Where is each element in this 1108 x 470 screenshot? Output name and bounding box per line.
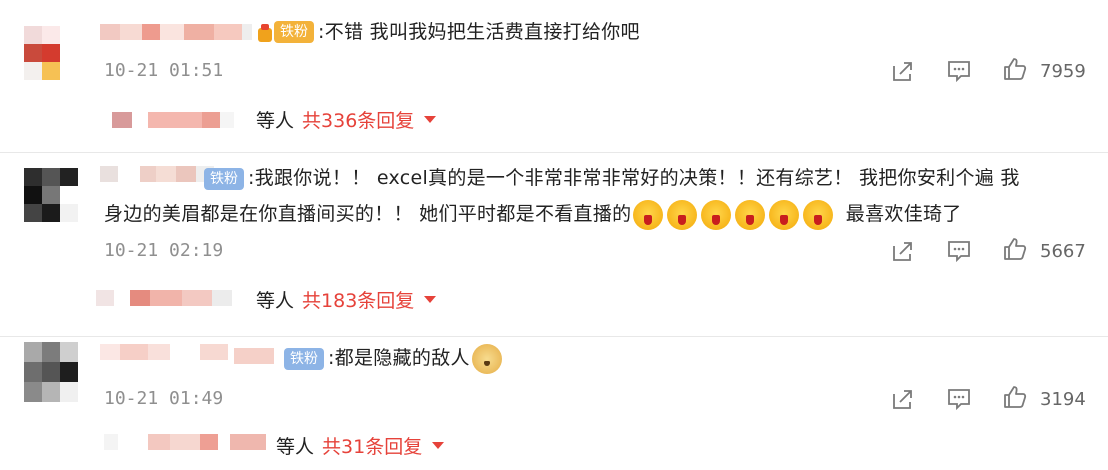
thumbs-up-icon[interactable] bbox=[1002, 384, 1028, 410]
comment-item: 铁粉 :都是隐藏的敌人 10-21 01:49 3194 等人 共31条回复 bbox=[0, 336, 1108, 470]
replies-prefix: 等人 bbox=[256, 290, 295, 312]
crying-face-emoji-icon bbox=[769, 199, 800, 230]
timestamp: 10-21 01:51 bbox=[104, 60, 224, 81]
replies-prefix: 等人 bbox=[276, 436, 315, 458]
comment-item: 铁粉 :不错 我叫我妈把生活费直接打给你吧 10-21 01:51 7959 等… bbox=[0, 0, 1108, 152]
share-icon[interactable] bbox=[890, 238, 916, 264]
crying-face-emoji-icon bbox=[735, 199, 766, 230]
avatar[interactable] bbox=[24, 168, 78, 222]
comment-text: :都是隐藏的敌人 bbox=[328, 340, 504, 376]
timestamp: 10-21 02:19 bbox=[104, 240, 224, 261]
comment-text-line2: 身边的美眉都是在你直播间买的！！ 她们平时都是不看直播的 最喜欢佳琦了 bbox=[104, 196, 962, 232]
replies-count[interactable]: 共336条回复 bbox=[302, 106, 414, 133]
replier-names[interactable] bbox=[96, 290, 232, 306]
chevron-down-icon[interactable] bbox=[424, 116, 437, 123]
username[interactable] bbox=[100, 344, 228, 360]
thumbs-up-icon[interactable] bbox=[1002, 236, 1028, 262]
share-icon[interactable] bbox=[890, 386, 916, 412]
username[interactable] bbox=[100, 166, 214, 182]
comment-item: 铁粉 :我跟你说！！ excel真的是一个非常非常非常好的决策！！还有综艺！ 我… bbox=[0, 152, 1108, 336]
comment-text: :不错 我叫我妈把生活费直接打给你吧 bbox=[318, 21, 640, 43]
username-extra bbox=[234, 348, 274, 364]
comment-text-body: 身边的美眉都是在你直播间买的！！ 她们平时都是不看直播的 bbox=[104, 203, 632, 225]
like-count: 5667 bbox=[1040, 241, 1086, 262]
comment-text-tail: 最喜欢佳琦了 bbox=[845, 203, 962, 225]
username[interactable] bbox=[100, 24, 252, 40]
crown-icon bbox=[258, 24, 272, 42]
replies-count[interactable]: 共183条回复 bbox=[302, 286, 414, 313]
like-count: 7959 bbox=[1040, 61, 1086, 82]
comment-text: :我跟你说！！ excel真的是一个非常非常非常好的决策！！还有综艺！ 我把你安… bbox=[248, 167, 1020, 189]
replier-names[interactable] bbox=[104, 434, 266, 450]
replies-count[interactable]: 共31条回复 bbox=[322, 432, 422, 459]
doge-emoji-icon bbox=[471, 343, 502, 374]
fan-badge[interactable]: 铁粉 bbox=[204, 168, 244, 190]
comment-text-body: :都是隐藏的敌人 bbox=[328, 347, 470, 369]
fan-badge[interactable]: 铁粉 bbox=[284, 348, 324, 370]
replier-names[interactable] bbox=[112, 112, 234, 128]
comment-icon[interactable] bbox=[946, 58, 972, 84]
crying-face-emoji-icon bbox=[803, 199, 834, 230]
chevron-down-icon[interactable] bbox=[424, 296, 437, 303]
reply-summary[interactable]: 等人 共183条回复 bbox=[256, 286, 437, 313]
avatar[interactable] bbox=[24, 342, 78, 402]
timestamp: 10-21 01:49 bbox=[104, 388, 224, 409]
comment-icon[interactable] bbox=[946, 386, 972, 412]
avatar[interactable] bbox=[24, 26, 78, 80]
crying-face-emoji-icon bbox=[633, 199, 664, 230]
replies-prefix: 等人 bbox=[256, 110, 295, 132]
crying-face-emoji-icon bbox=[701, 199, 732, 230]
comment-icon[interactable] bbox=[946, 238, 972, 264]
thumbs-up-icon[interactable] bbox=[1002, 56, 1028, 82]
reply-summary[interactable]: 等人 共31条回复 bbox=[276, 432, 445, 459]
share-icon[interactable] bbox=[890, 58, 916, 84]
reply-summary[interactable]: 等人 共336条回复 bbox=[256, 106, 437, 133]
like-count: 3194 bbox=[1040, 389, 1086, 410]
fan-badge[interactable]: 铁粉 bbox=[274, 21, 314, 43]
chevron-down-icon[interactable] bbox=[432, 442, 445, 449]
crying-face-emoji-icon bbox=[667, 199, 698, 230]
